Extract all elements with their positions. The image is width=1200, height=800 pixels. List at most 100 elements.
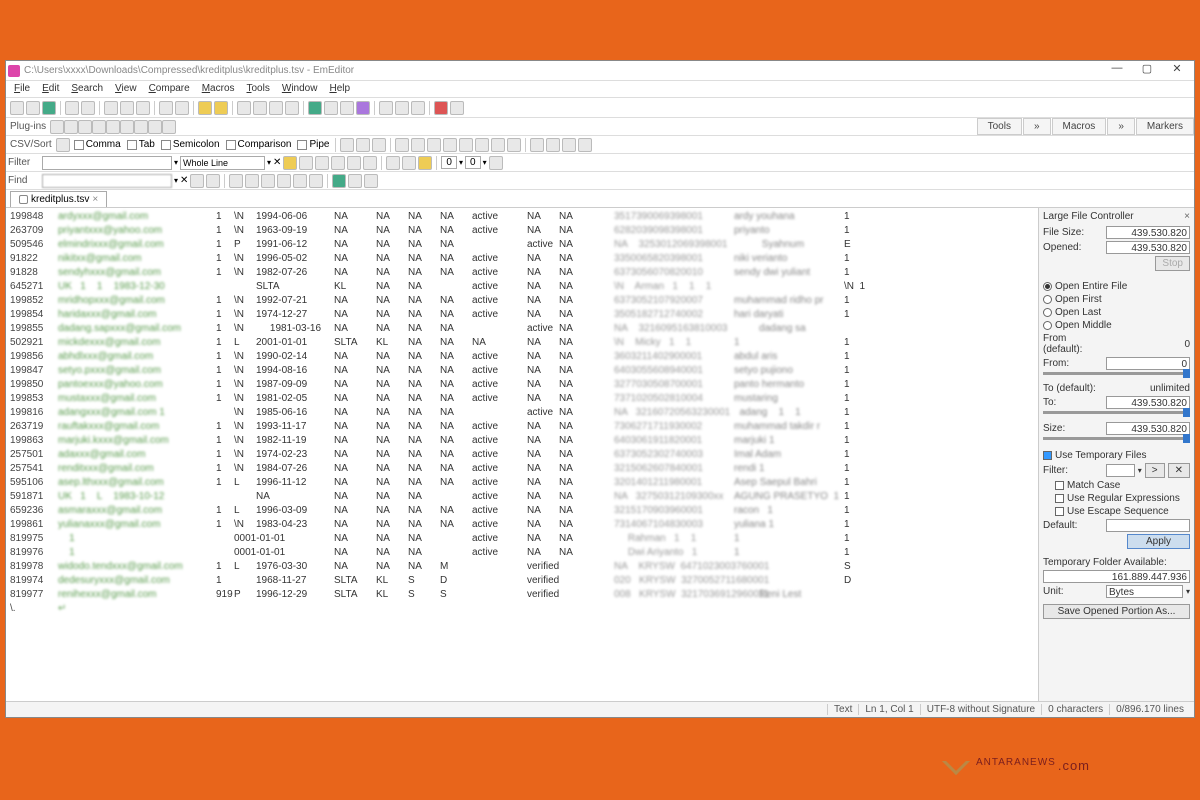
undo-icon[interactable] <box>159 101 173 115</box>
filter-x-button[interactable]: ✕ <box>1168 463 1190 478</box>
filter-icon[interactable] <box>489 156 503 170</box>
filter-icon[interactable] <box>418 156 432 170</box>
open-last-radio[interactable]: Open Last <box>1043 307 1190 318</box>
print-icon[interactable] <box>65 101 79 115</box>
tool-icon[interactable] <box>253 101 267 115</box>
menu-search[interactable]: Search <box>65 81 109 97</box>
filter-icon[interactable] <box>386 156 400 170</box>
find-input[interactable] <box>42 174 172 188</box>
tool-icon[interactable] <box>356 101 370 115</box>
find-opt-icon[interactable] <box>309 174 323 188</box>
tool-icon[interactable] <box>411 101 425 115</box>
arrow-icon[interactable]: » <box>1023 118 1051 135</box>
close-button[interactable]: ✕ <box>1162 62 1192 80</box>
tab-kreditplus[interactable]: kreditplus.tsv × <box>10 191 107 207</box>
paste-icon[interactable] <box>136 101 150 115</box>
filter-go-button[interactable]: > <box>1145 463 1165 478</box>
match-case-checkbox[interactable]: Match Case <box>1043 480 1190 491</box>
cut-icon[interactable] <box>104 101 118 115</box>
sort-icon[interactable] <box>356 138 370 152</box>
to-slider[interactable] <box>1043 411 1190 414</box>
csv-semicolon[interactable]: Semicolon <box>159 139 222 150</box>
size-input[interactable]: 439.530.820 <box>1106 422 1190 435</box>
from-slider[interactable] <box>1043 372 1190 375</box>
sidetab-markers[interactable]: Markers <box>1136 118 1194 135</box>
sort-icon[interactable] <box>578 138 592 152</box>
sort-icon[interactable] <box>562 138 576 152</box>
tool-icon[interactable] <box>308 101 322 115</box>
plugin-icon[interactable] <box>64 120 78 134</box>
open-first-radio[interactable]: Open First <box>1043 294 1190 305</box>
plugin-icon[interactable] <box>106 120 120 134</box>
filter-input[interactable] <box>42 156 172 170</box>
sort-icon[interactable] <box>530 138 544 152</box>
use-regex-checkbox[interactable]: Use Regular Expressions <box>1043 493 1190 504</box>
menu-view[interactable]: View <box>109 81 143 97</box>
find-opt-icon[interactable] <box>348 174 362 188</box>
lfc-filter-input[interactable] <box>1106 464 1135 477</box>
tool-icon[interactable] <box>324 101 338 115</box>
menu-file[interactable]: FFileile <box>8 81 36 97</box>
tool-icon[interactable] <box>237 101 251 115</box>
minimize-button[interactable]: — <box>1102 62 1132 80</box>
find-opt-icon[interactable] <box>277 174 291 188</box>
plugin-icon[interactable] <box>78 120 92 134</box>
plugin-icon[interactable] <box>50 120 64 134</box>
plugin-icon[interactable] <box>120 120 134 134</box>
from-input[interactable]: 0 <box>1106 357 1190 370</box>
csv-comma[interactable]: Comma <box>72 139 123 150</box>
use-escape-checkbox[interactable]: Use Escape Sequence <box>1043 506 1190 517</box>
menu-compare[interactable]: Compare <box>143 81 196 97</box>
tool-icon[interactable] <box>285 101 299 115</box>
filter-icon[interactable] <box>299 156 313 170</box>
find-prev-icon[interactable] <box>190 174 204 188</box>
find-opt-icon[interactable] <box>332 174 346 188</box>
stop-button[interactable]: Stop <box>1155 256 1190 271</box>
sort-icon[interactable] <box>546 138 560 152</box>
filter-icon[interactable] <box>283 156 297 170</box>
tool-icon[interactable] <box>269 101 283 115</box>
menu-help[interactable]: Help <box>323 81 356 97</box>
filter-icon[interactable] <box>363 156 377 170</box>
csv-tab[interactable]: Tab <box>125 139 157 150</box>
plugin-icon[interactable] <box>92 120 106 134</box>
open-icon[interactable] <box>26 101 40 115</box>
replace-icon[interactable] <box>214 101 228 115</box>
menu-edit[interactable]: Edit <box>36 81 65 97</box>
sort-icon[interactable] <box>475 138 489 152</box>
find-opt-icon[interactable] <box>229 174 243 188</box>
tool-icon[interactable] <box>340 101 354 115</box>
sort-icon[interactable] <box>411 138 425 152</box>
sort-icon[interactable] <box>427 138 441 152</box>
titlebar[interactable]: C:\Users\xxxx\Downloads\Compressed\kredi… <box>6 61 1194 81</box>
default-input[interactable] <box>1106 519 1190 532</box>
tool-icon[interactable] <box>395 101 409 115</box>
find-opt-icon[interactable] <box>245 174 259 188</box>
plugin-icon[interactable] <box>162 120 176 134</box>
csv-pipe[interactable]: Pipe <box>295 139 331 150</box>
preview-icon[interactable] <box>81 101 95 115</box>
menu-tools[interactable]: Tools <box>241 81 276 97</box>
open-middle-radio[interactable]: Open Middle <box>1043 320 1190 331</box>
sidetab-tools[interactable]: Tools <box>977 118 1022 135</box>
size-slider[interactable] <box>1043 437 1190 440</box>
maximize-button[interactable]: ▢ <box>1132 62 1162 80</box>
plugin-icon[interactable] <box>134 120 148 134</box>
sort-icon[interactable] <box>372 138 386 152</box>
record-icon[interactable] <box>434 101 448 115</box>
filter-icon[interactable] <box>331 156 345 170</box>
sort-icon[interactable] <box>507 138 521 152</box>
save-icon[interactable] <box>42 101 56 115</box>
play-icon[interactable] <box>450 101 464 115</box>
new-icon[interactable] <box>10 101 24 115</box>
sort-icon[interactable] <box>340 138 354 152</box>
sort-icon[interactable] <box>443 138 457 152</box>
filter-icon[interactable] <box>347 156 361 170</box>
find-opt-icon[interactable] <box>261 174 275 188</box>
save-portion-button[interactable]: Save Opened Portion As... <box>1043 604 1190 619</box>
to-input[interactable]: 439.530.820 <box>1106 396 1190 409</box>
filter-mode-select[interactable] <box>180 156 265 170</box>
find-opt-icon[interactable] <box>293 174 307 188</box>
menu-macros[interactable]: Macros <box>196 81 241 97</box>
use-temp-checkbox[interactable]: Use Temporary Files <box>1043 450 1190 461</box>
